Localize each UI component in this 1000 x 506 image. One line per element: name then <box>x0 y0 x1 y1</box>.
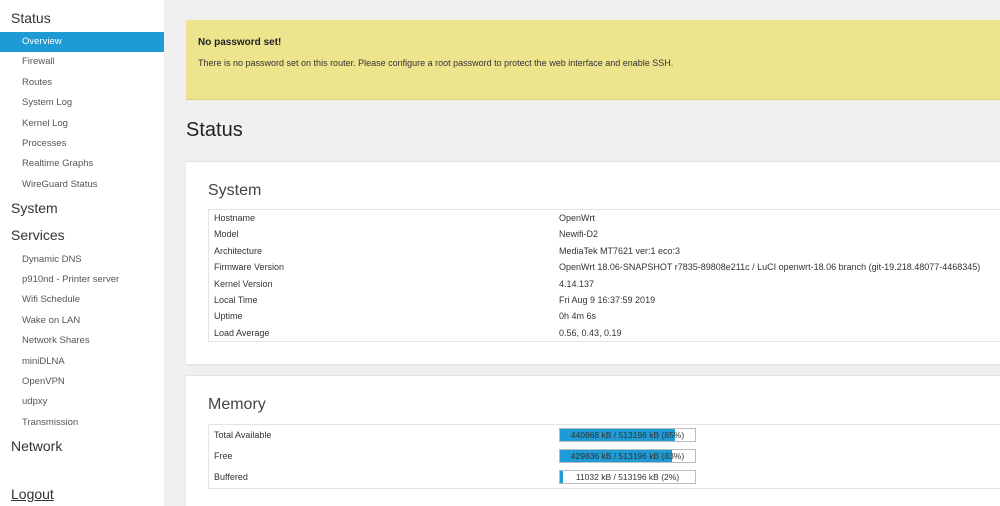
row-key: Hostname <box>214 213 256 223</box>
sidebar-item-overview[interactable]: Overview <box>0 32 164 52</box>
sidebar-item-system-log[interactable]: System Log <box>0 93 164 113</box>
table-row: Kernel Version 4.14.137 <box>209 276 1000 292</box>
nav-category-network[interactable]: Network <box>0 435 62 457</box>
table-row: Buffered 11032 kB / 513196 kB (2%) <box>209 467 1000 488</box>
sidebar-item-kernel-log[interactable]: Kernel Log <box>0 114 164 134</box>
table-row: Model Newifi-D2 <box>209 226 1000 242</box>
row-key: Uptime <box>214 311 243 322</box>
progress-bar: 429836 kB / 513196 kB (83%) <box>559 449 696 463</box>
system-section-title: System <box>208 182 262 199</box>
memory-section-title: Memory <box>208 396 266 413</box>
sidebar-item-udpxy[interactable]: udpxy <box>0 392 164 412</box>
sidebar-item-openvpn[interactable]: OpenVPN <box>0 372 164 392</box>
row-value: 0.56, 0.43, 0.19 <box>559 327 622 338</box>
table-row: Architecture MediaTek MT7621 ver:1 eco:3 <box>209 243 1000 259</box>
row-key: Architecture <box>214 245 263 256</box>
row-key: Model <box>214 229 239 240</box>
row-value: 4.14.137 <box>559 278 595 289</box>
sidebar-item-processes[interactable]: Processes <box>0 134 164 154</box>
sidebar: Status Overview Firewall Routes System L… <box>0 0 164 506</box>
progress-bar: 440868 kB / 513196 kB (85%) <box>559 428 696 442</box>
sidebar-item-minidlna[interactable]: miniDLNA <box>0 352 164 372</box>
memory-table: Total Available 440868 kB / 513196 kB (8… <box>208 424 1000 489</box>
table-row: Hostname OpenWrt <box>209 210 1000 226</box>
system-panel: System Hostname OpenWrt Model Newifi-D2 … <box>186 161 1000 364</box>
progress-bar-text: 440868 kB / 513196 kB (85%) <box>570 430 685 440</box>
sidebar-item-routes[interactable]: Routes <box>0 73 164 93</box>
row-value: MediaTek MT7621 ver:1 eco:3 <box>559 245 681 256</box>
row-key: Total Available <box>214 430 272 440</box>
sidebar-item-wifi-schedule[interactable]: Wifi Schedule <box>0 290 164 310</box>
sidebar-item-dynamic-dns[interactable]: Dynamic DNS <box>0 250 164 270</box>
row-value: Newifi-D2 <box>559 229 599 240</box>
system-table: Hostname OpenWrt Model Newifi-D2 Archite… <box>208 209 1000 343</box>
table-row: Firmware Version OpenWrt 18.06-SNAPSHOT … <box>209 259 1000 275</box>
row-key: Local Time <box>214 294 258 305</box>
main-content: No password set! There is no password se… <box>186 0 1000 506</box>
progress-bar-text: 11032 kB / 513196 kB (2%) <box>575 472 680 482</box>
sidebar-item-firewall[interactable]: Firewall <box>0 52 164 72</box>
no-password-alert: No password set! There is no password se… <box>186 20 1000 100</box>
table-row: Local Time Fri Aug 9 16:37:59 2019 <box>209 292 1000 308</box>
nav-category-status[interactable]: Status <box>0 7 51 29</box>
sidebar-item-network-shares[interactable]: Network Shares <box>0 331 164 351</box>
row-value: OpenWrt 18.06-SNAPSHOT r7835-89808e211c … <box>559 262 981 273</box>
row-key: Firmware Version <box>214 262 285 273</box>
memory-panel: Memory Total Available 440868 kB / 51319… <box>186 375 1000 506</box>
sidebar-item-wireguard-status[interactable]: WireGuard Status <box>0 175 164 195</box>
sidebar-item-transmission[interactable]: Transmission <box>0 413 164 433</box>
table-row: Uptime 0h 4m 6s <box>209 308 1000 324</box>
row-key: Buffered <box>214 472 248 482</box>
progress-bar: 11032 kB / 513196 kB (2%) <box>559 470 696 484</box>
sidebar-item-p910nd[interactable]: p910nd - Printer server <box>0 270 164 290</box>
sidebar-item-wake-on-lan[interactable]: Wake on LAN <box>0 311 164 331</box>
page-title: Status <box>186 119 243 141</box>
alert-message: There is no password set on this router.… <box>198 58 674 68</box>
nav-category-services[interactable]: Services <box>0 224 65 246</box>
table-row: Total Available 440868 kB / 513196 kB (8… <box>209 425 1000 446</box>
table-row: Load Average 0.56, 0.43, 0.19 <box>209 325 1000 341</box>
row-value: OpenWrt <box>559 213 595 223</box>
progress-bar-text: 429836 kB / 513196 kB (83%) <box>570 451 685 461</box>
alert-title: No password set! <box>198 37 282 48</box>
logout-link[interactable]: Logout <box>11 486 54 502</box>
nav-category-system[interactable]: System <box>0 197 58 219</box>
row-key: Free <box>214 451 233 461</box>
sidebar-item-realtime-graphs[interactable]: Realtime Graphs <box>0 154 164 174</box>
row-value: Fri Aug 9 16:37:59 2019 <box>559 294 656 305</box>
row-key: Kernel Version <box>214 278 273 289</box>
table-row: Free 429836 kB / 513196 kB (83%) <box>209 446 1000 467</box>
row-value: 0h 4m 6s <box>559 311 597 322</box>
row-key: Load Average <box>214 327 270 338</box>
